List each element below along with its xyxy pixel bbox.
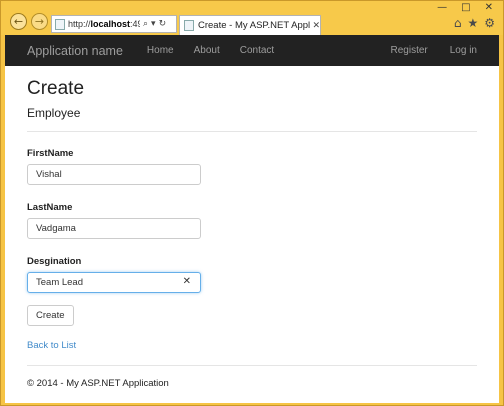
window-close-icon[interactable]: ✕ [485,2,493,13]
nav-contact[interactable]: Contact [240,45,274,56]
tab-title: Create - My ASP.NET Applic [198,20,311,31]
page-title: Create [27,78,85,99]
nav-about[interactable]: About [194,45,220,56]
dropdown-icon[interactable]: ▾ [151,19,156,29]
create-button[interactable]: Create [27,305,74,326]
designation-wrapper: ✕ [27,272,201,293]
lastname-label: LastName [27,202,73,213]
nav-register[interactable]: Register [391,45,428,56]
firstname-label: FirstName [27,148,74,159]
back-to-list-link[interactable]: Back to List [27,340,477,351]
main-content: Create Employee FirstName LastName Desgi… [5,78,499,389]
close-icon[interactable]: ✕ [312,20,320,31]
gear-icon[interactable]: ⚙ [484,16,495,30]
search-icon[interactable]: ⌕ [143,19,148,29]
divider [27,131,477,132]
star-icon[interactable]: ★ [467,16,478,30]
browser-tools: ⌂ ★ ⚙ [454,16,495,30]
page-icon [55,18,65,30]
designation-label: Desgination [27,256,82,267]
home-icon[interactable]: ⌂ [454,16,462,30]
footer-text: © 2014 - My ASP.NET Application [27,378,169,389]
clear-icon[interactable]: ✕ [183,276,191,287]
back-icon[interactable]: ← [10,13,27,30]
lastname-field[interactable] [27,218,201,239]
maximize-icon[interactable]: □ [461,2,470,13]
page-subtitle: Employee [27,106,81,120]
tab-active[interactable]: Create - My ASP.NET Applic ✕ [179,15,321,35]
designation-field[interactable] [27,272,201,293]
window-controls: — □ ✕ [437,2,493,13]
refresh-icon[interactable]: ↻ [159,19,167,29]
address-bar[interactable]: http://localhost:49564/l ⌕ ▾ ↻ [51,15,177,33]
url-text[interactable]: http://localhost:49564/l [68,19,140,29]
page-viewport: Application name Home About Contact Regi… [5,35,499,403]
firstname-field[interactable] [27,164,201,185]
tab-page-icon [184,20,194,31]
nav-home[interactable]: Home [147,45,174,56]
forward-icon[interactable]: → [31,13,48,30]
browser-chrome: — □ ✕ ← → http://localhost:49564/l ⌕ ▾ ↻… [1,1,503,35]
browser-window: — □ ✕ ← → http://localhost:49564/l ⌕ ▾ ↻… [0,0,504,406]
nav-login[interactable]: Log in [450,45,477,56]
minimize-icon[interactable]: — [437,2,447,13]
site-navbar: Application name Home About Contact Regi… [5,35,499,66]
footer-divider [27,365,477,366]
brand-link[interactable]: Application name [27,44,123,58]
